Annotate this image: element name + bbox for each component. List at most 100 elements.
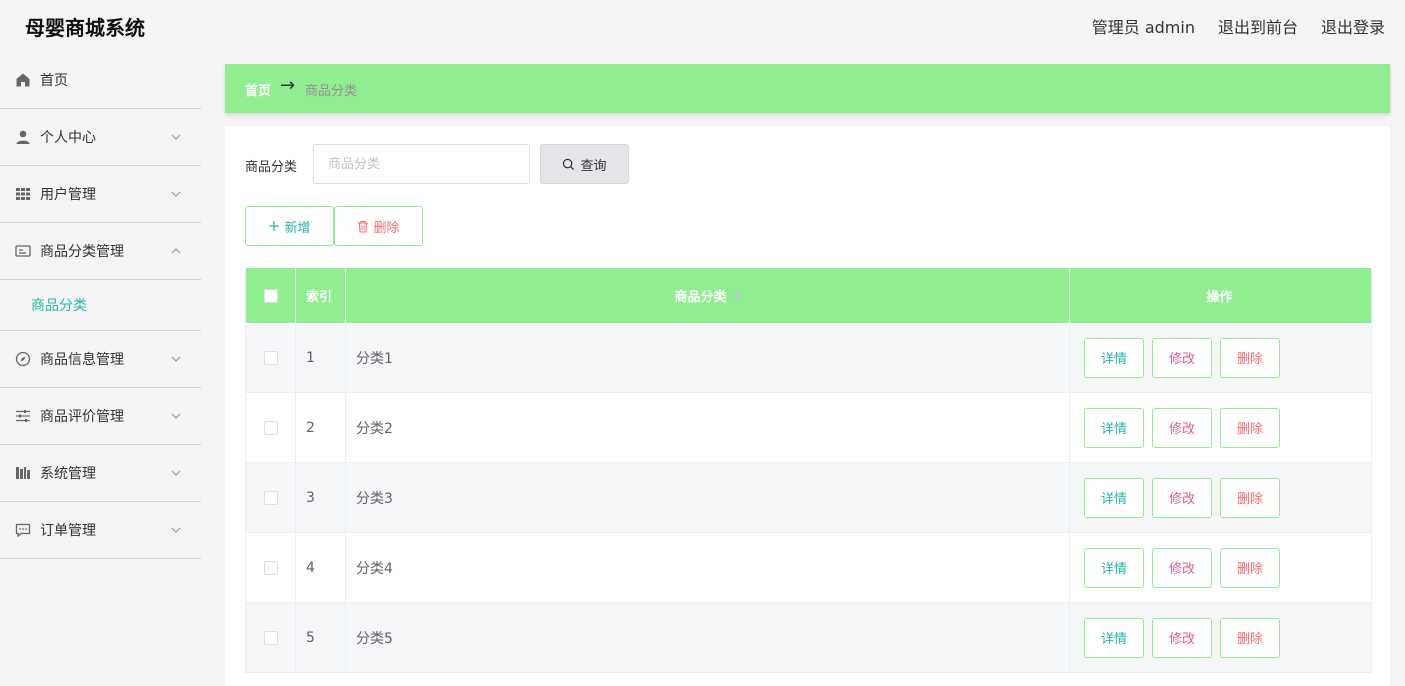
table-row: 3 分类3 详情 修改 删除 — [246, 463, 1371, 533]
sidebar: 首页 个人中心 用户管理 商品分类管理 商品分类 商品信息管理 商品评价管理 系… — [0, 52, 201, 673]
detail-button[interactable]: 详情 — [1084, 407, 1144, 448]
edit-button[interactable]: 修改 — [1152, 407, 1212, 448]
add-button-label: 新增 — [284, 220, 311, 236]
plus-icon — [269, 221, 280, 231]
table-row: 4 分类4 详情 修改 删除 — [246, 533, 1371, 603]
row-operations: 详情 修改 删除 — [1070, 323, 1369, 392]
sort-icon[interactable] — [733, 290, 741, 302]
row-select-cell — [246, 323, 296, 392]
breadcrumb-arrow-icon: → — [280, 75, 296, 96]
sidebar-item-category-management[interactable]: 商品分类管理 — [0, 223, 201, 280]
delete-button[interactable]: 删除 — [1220, 407, 1280, 448]
row-index: 1 — [296, 323, 346, 392]
detail-button[interactable]: 详情 — [1084, 477, 1144, 518]
sidebar-item-order-management[interactable]: 订单管理 — [0, 502, 201, 559]
sidebar-item-label: 个人中心 — [40, 130, 96, 146]
breadcrumb-home-link[interactable]: 首页 — [245, 80, 271, 99]
trash-icon — [358, 220, 369, 233]
edit-button[interactable]: 修改 — [1152, 617, 1212, 658]
row-category: 分类3 — [346, 463, 1070, 532]
row-index: 4 — [296, 533, 346, 602]
row-checkbox[interactable] — [263, 350, 278, 365]
detail-button[interactable]: 详情 — [1084, 617, 1144, 658]
delete-button[interactable]: 删除 — [1220, 477, 1280, 518]
chevron-down-icon — [171, 134, 181, 140]
table-body: 1 分类1 详情 修改 删除 2 分类2 详情 修改 删除 3 分类3 详情 修… — [246, 323, 1371, 673]
sidebar-item-personal-center[interactable]: 个人中心 — [0, 109, 201, 166]
row-category: 分类5 — [346, 603, 1070, 672]
sidebar-item-label: 系统管理 — [40, 466, 96, 482]
sidebar-item-home[interactable]: 首页 — [0, 52, 201, 109]
header-operation: 操作 — [1206, 290, 1233, 305]
breadcrumb: 首页 → 商品分类 — [225, 64, 1390, 113]
header-category[interactable]: 商品分类 — [346, 268, 1070, 323]
edit-button[interactable]: 修改 — [1152, 477, 1212, 518]
user-icon — [16, 130, 30, 144]
row-select-cell — [246, 533, 296, 602]
compass-icon — [15, 351, 31, 367]
sidebar-item-product-review[interactable]: 商品评价管理 — [0, 388, 201, 445]
header-category-label: 商品分类 — [674, 290, 727, 305]
sidebar-item-label: 商品信息管理 — [40, 352, 124, 368]
delete-button[interactable]: 删除 — [1220, 337, 1280, 378]
grid-icon — [16, 188, 30, 200]
row-operations: 详情 修改 删除 — [1070, 463, 1369, 532]
row-category: 分类1 — [346, 323, 1070, 392]
query-button-label: 查询 — [580, 158, 607, 174]
delete-button[interactable]: 删除 — [1220, 617, 1280, 658]
admin-label: 管理员 admin — [1091, 18, 1195, 37]
sidebar-item-label: 用户管理 — [40, 187, 96, 203]
add-button[interactable]: 新增 — [245, 206, 334, 246]
bulk-delete-button[interactable]: 删除 — [334, 206, 423, 246]
table-row: 2 分类2 详情 修改 删除 — [246, 393, 1371, 463]
sliders-icon — [16, 410, 30, 422]
search-label: 商品分类 — [245, 160, 298, 175]
card-icon — [15, 245, 31, 257]
logout-link[interactable]: 退出登录 — [1321, 14, 1385, 38]
main-panel: 商品分类 查询 新增 删除 索引 商品分类 操作 1 分类1 — [225, 126, 1390, 686]
row-checkbox[interactable] — [263, 490, 278, 505]
row-category: 分类2 — [346, 393, 1070, 462]
row-checkbox[interactable] — [263, 560, 278, 575]
sidebar-item-label: 订单管理 — [40, 523, 96, 539]
sidebar-item-label: 商品评价管理 — [40, 409, 124, 425]
header-select-cell — [246, 268, 296, 323]
chevron-down-icon — [171, 527, 181, 533]
chevron-up-icon — [171, 248, 181, 254]
delete-button[interactable]: 删除 — [1220, 547, 1280, 588]
sidebar-subitem-category[interactable]: 商品分类 — [0, 280, 201, 331]
app-title: 母婴商城系统 — [25, 16, 145, 40]
category-search-input[interactable] — [313, 144, 530, 184]
chevron-down-icon — [171, 413, 181, 419]
detail-button[interactable]: 详情 — [1084, 547, 1144, 588]
table-header: 索引 商品分类 操作 — [246, 268, 1371, 323]
row-operations: 详情 修改 删除 — [1070, 603, 1369, 672]
sidebar-item-system-management[interactable]: 系统管理 — [0, 445, 201, 502]
top-links: 管理员 admin 退出到前台 退出登录 — [1092, 14, 1385, 38]
sidebar-item-label: 首页 — [40, 73, 68, 89]
row-operations: 详情 修改 删除 — [1070, 393, 1369, 462]
sidebar-subitem-label: 商品分类 — [31, 298, 87, 314]
edit-button[interactable]: 修改 — [1152, 337, 1212, 378]
row-category: 分类4 — [346, 533, 1070, 602]
row-select-cell — [246, 393, 296, 462]
sidebar-item-product-info[interactable]: 商品信息管理 — [0, 331, 201, 388]
header-index: 索引 — [296, 268, 346, 323]
chevron-down-icon — [171, 356, 181, 362]
search-icon — [563, 158, 575, 170]
detail-button[interactable]: 详情 — [1084, 337, 1144, 378]
top-bar: 母婴商城系统 管理员 admin 退出到前台 退出登录 — [0, 0, 1405, 52]
table-row: 5 分类5 详情 修改 删除 — [246, 603, 1371, 673]
home-icon — [16, 73, 30, 87]
row-checkbox[interactable] — [263, 420, 278, 435]
row-operations: 详情 修改 删除 — [1070, 533, 1369, 602]
select-all-checkbox[interactable] — [263, 288, 278, 303]
query-button[interactable]: 查询 — [540, 144, 629, 184]
edit-button[interactable]: 修改 — [1152, 547, 1212, 588]
chat-icon — [15, 523, 31, 538]
books-icon — [16, 467, 30, 479]
exit-to-front-link[interactable]: 退出到前台 — [1218, 14, 1298, 38]
row-checkbox[interactable] — [263, 630, 278, 645]
row-select-cell — [246, 463, 296, 532]
sidebar-item-user-management[interactable]: 用户管理 — [0, 166, 201, 223]
